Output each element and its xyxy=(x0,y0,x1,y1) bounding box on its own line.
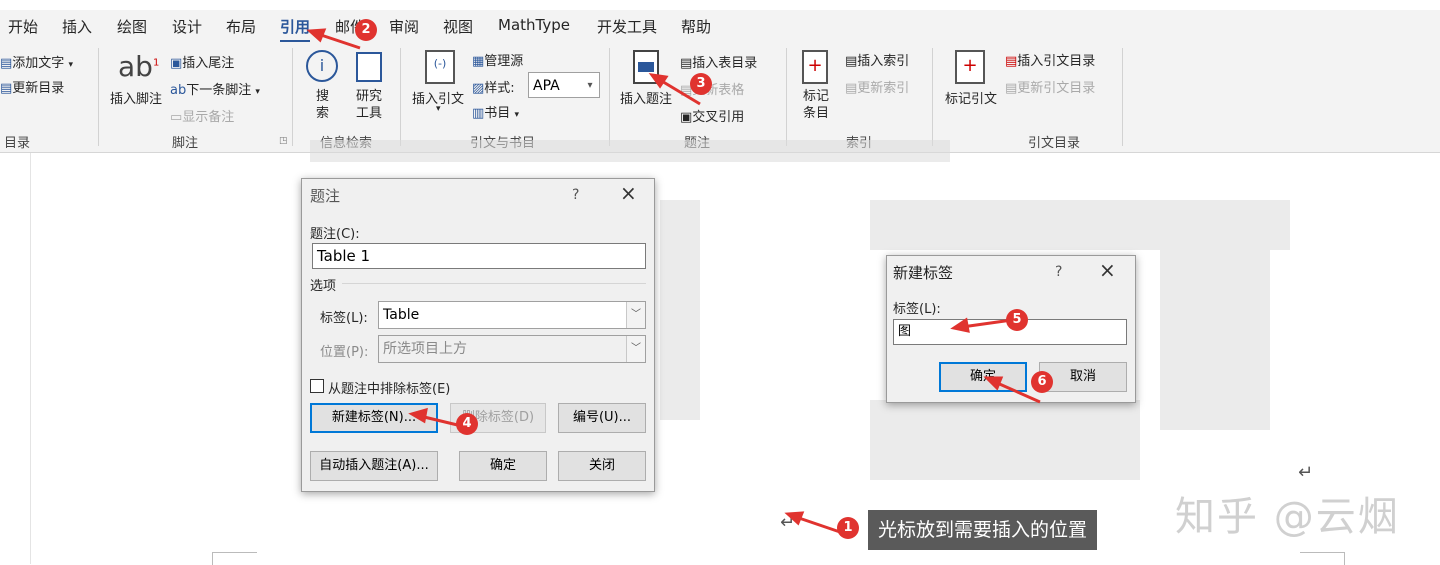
instruction-callout: 光标放到需要插入的位置 xyxy=(868,510,1098,550)
step-badge-4: 4 xyxy=(456,413,478,435)
arrow-2 xyxy=(317,32,361,50)
step-badge-5: 5 xyxy=(1006,309,1028,331)
step-badge-2: 2 xyxy=(355,19,377,41)
arrow-5 xyxy=(961,318,1013,329)
annotation-arrows xyxy=(306,28,1041,534)
step-badge-3: 3 xyxy=(690,73,712,95)
watermark: 知乎 @云烟 xyxy=(1175,494,1400,540)
step-badge-1: 1 xyxy=(837,517,859,539)
arrow-1 xyxy=(795,515,841,534)
step-badge-6: 6 xyxy=(1031,371,1053,393)
